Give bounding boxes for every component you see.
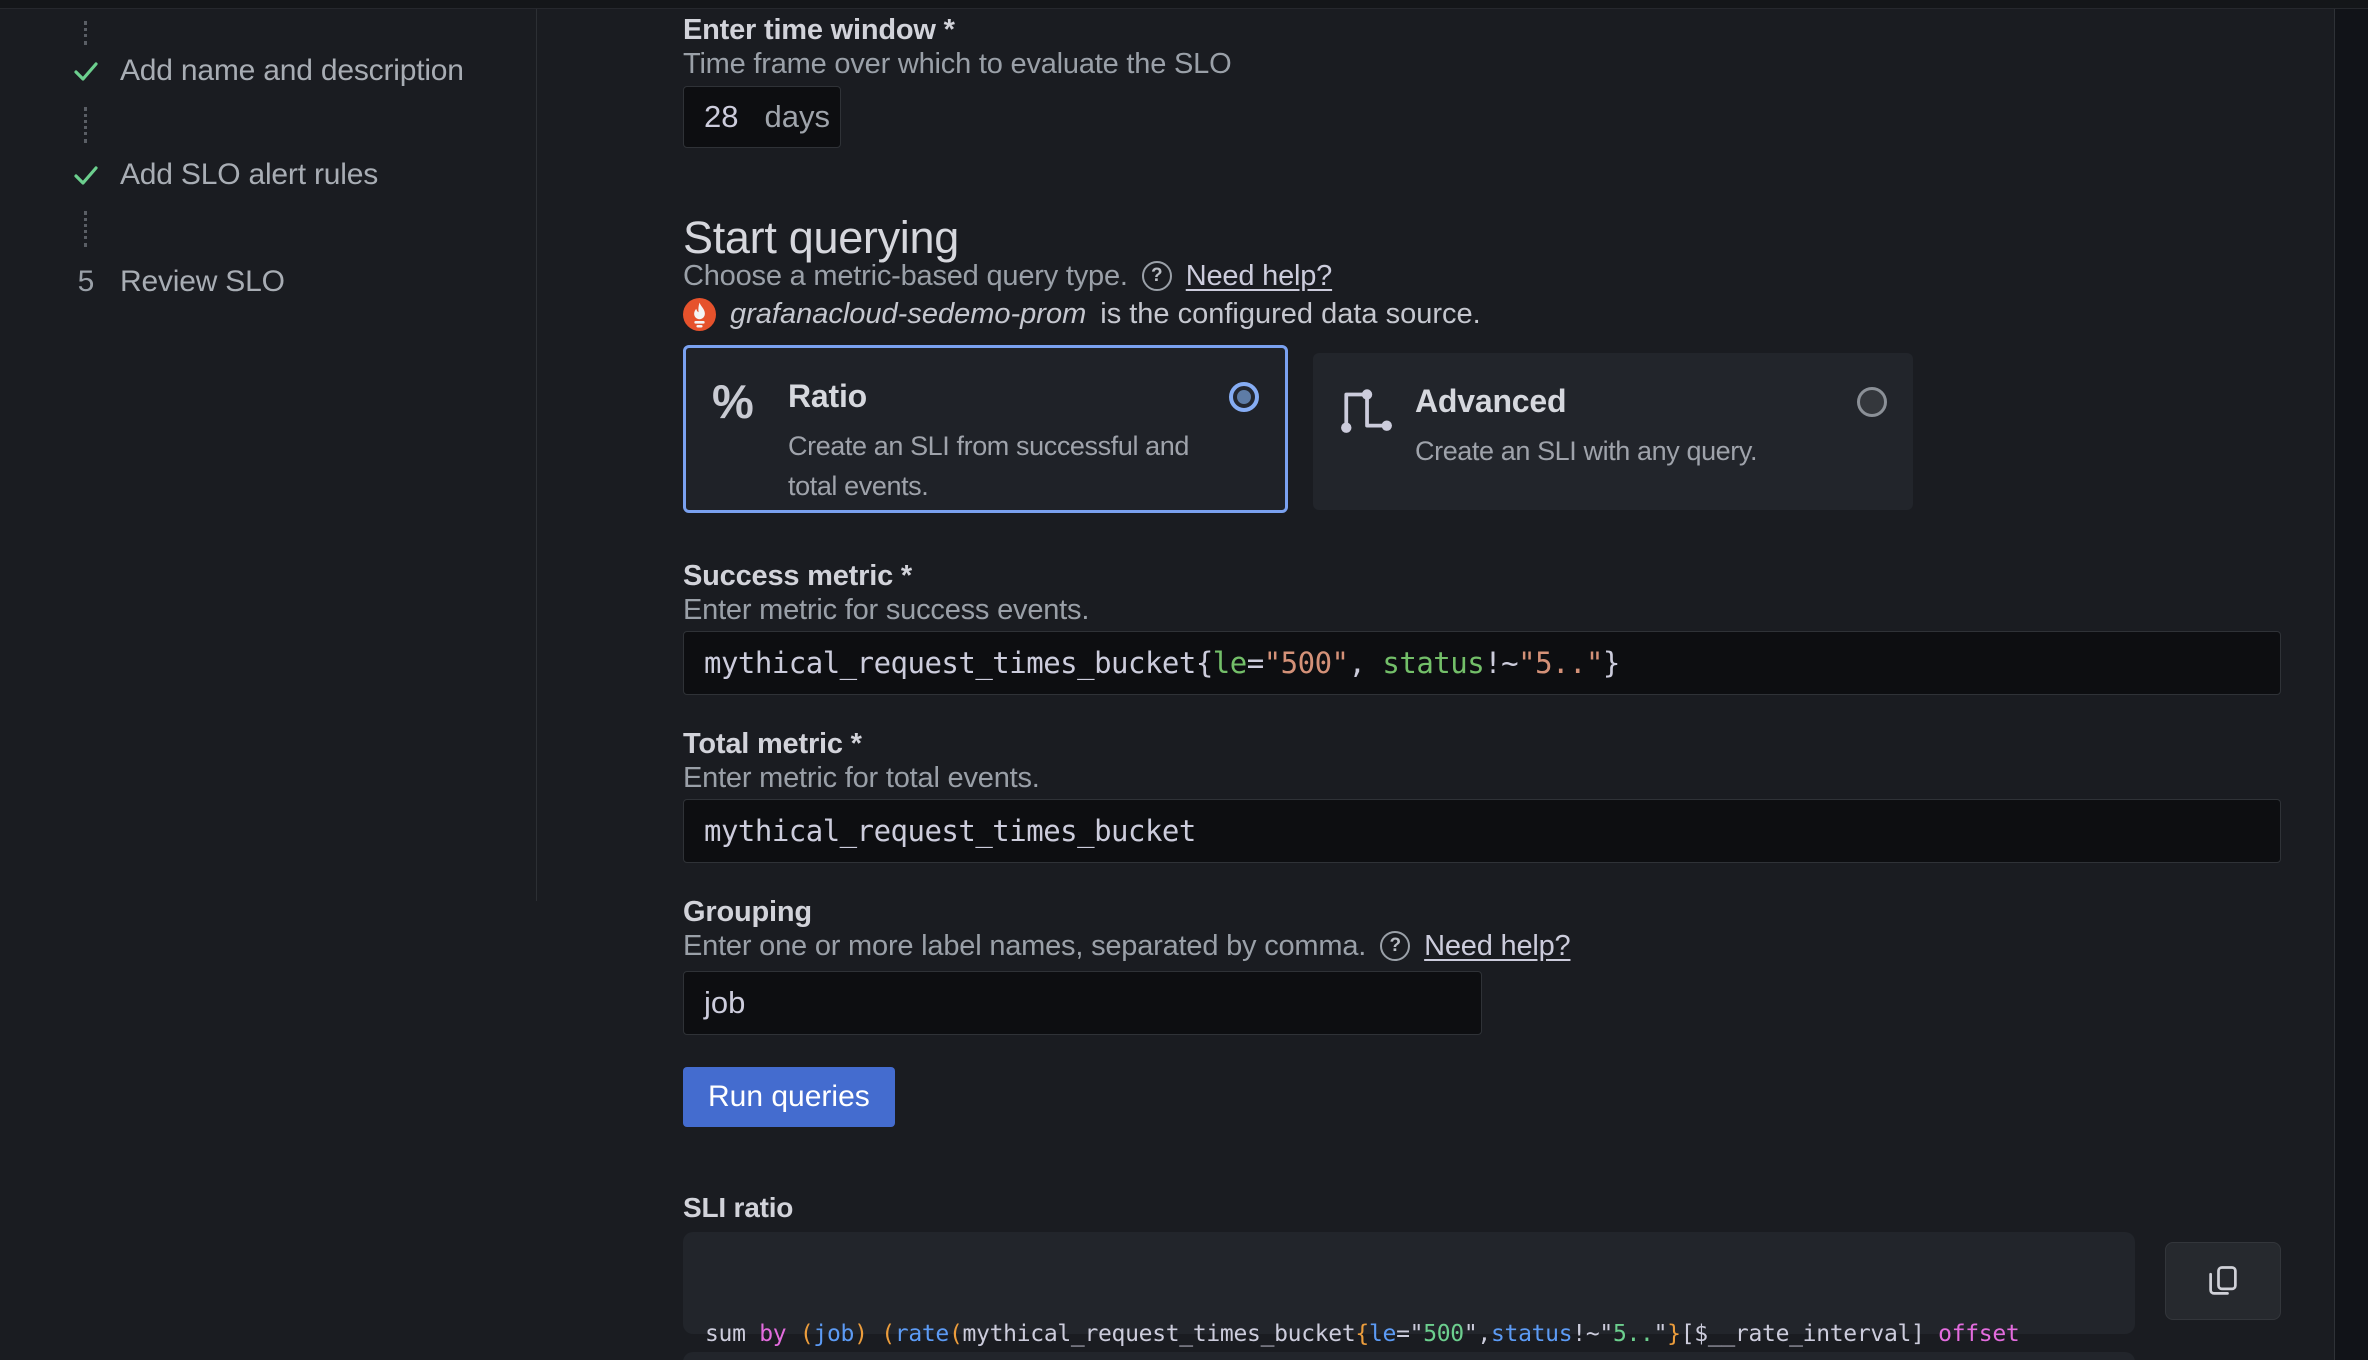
top-divider-bar bbox=[0, 0, 2368, 9]
slo-wizard-page: Add name and description Add SLO alert r… bbox=[0, 0, 2368, 1360]
need-help-link[interactable]: Need help? bbox=[1186, 258, 1332, 294]
next-code-block-partial bbox=[683, 1352, 2135, 1360]
sidebar-step-review-slo[interactable]: 5 Review SLO bbox=[66, 260, 285, 304]
sidebar-step-name-description[interactable]: Add name and description bbox=[66, 49, 464, 93]
step-label: Review SLO bbox=[120, 265, 285, 299]
ratio-option-card[interactable]: % Ratio Create an SLI from successful an… bbox=[683, 345, 1288, 513]
success-metric-label: Success metric * bbox=[683, 558, 912, 594]
ratio-card-body: Ratio Create an SLI from successful and … bbox=[788, 374, 1217, 506]
advanced-option-card[interactable]: Advanced Create an SLI with any query. bbox=[1313, 353, 1913, 510]
ratio-card-description: Create an SLI from successful and total … bbox=[788, 426, 1217, 506]
wizard-stepper-sidebar: Add name and description Add SLO alert r… bbox=[0, 9, 537, 901]
advanced-card-body: Advanced Create an SLI with any query. bbox=[1415, 379, 1845, 471]
ratio-card-title: Ratio bbox=[788, 374, 1217, 418]
time-window-description: Time frame over which to evaluate the SL… bbox=[683, 46, 1231, 82]
datasource-name: grafanacloud-sedemo-prom bbox=[730, 296, 1086, 332]
grouping-description: Enter one or more label names, separated… bbox=[683, 928, 1366, 964]
grouping-value: job bbox=[704, 985, 745, 1021]
check-icon bbox=[66, 160, 106, 190]
sli-ratio-code-block: sum by (job) (rate(mythical_request_time… bbox=[683, 1232, 2135, 1334]
step-line-icon bbox=[1339, 379, 1415, 440]
check-icon bbox=[66, 56, 106, 86]
time-window-input[interactable]: 28 days bbox=[683, 86, 841, 148]
percent-icon: % bbox=[712, 374, 788, 428]
help-circle-icon[interactable]: ? bbox=[1380, 931, 1410, 961]
total-metric-description: Enter metric for total events. bbox=[683, 760, 1040, 796]
advanced-radio-unselected[interactable] bbox=[1857, 387, 1887, 417]
time-window-value: 28 bbox=[704, 99, 738, 135]
success-metric-description: Enter metric for success events. bbox=[683, 592, 1089, 628]
sli-ratio-label: SLI ratio bbox=[683, 1190, 793, 1226]
time-window-label: Enter time window * bbox=[683, 12, 955, 48]
step-label: Add name and description bbox=[120, 54, 464, 88]
time-window-unit: days bbox=[764, 99, 829, 135]
datasource-row: grafanacloud-sedemo-prom is the configur… bbox=[683, 296, 1481, 332]
grouping-input[interactable]: job bbox=[683, 971, 1482, 1035]
grouping-description-row: Enter one or more label names, separated… bbox=[683, 928, 1570, 964]
success-metric-input[interactable]: mythical_request_times_bucket{le="500", … bbox=[683, 631, 2281, 695]
step-connector bbox=[84, 21, 87, 45]
step-label: Add SLO alert rules bbox=[120, 158, 378, 192]
query-type-subtitle-row: Choose a metric-based query type. ? Need… bbox=[683, 258, 1332, 294]
query-type-options: % Ratio Create an SLI from successful an… bbox=[683, 345, 2281, 525]
step-number: 5 bbox=[66, 265, 106, 299]
ratio-radio-selected[interactable] bbox=[1229, 382, 1259, 412]
total-metric-label: Total metric * bbox=[683, 726, 862, 762]
start-querying-title: Start querying bbox=[683, 212, 959, 264]
step-connector bbox=[84, 107, 87, 143]
success-metric-value: mythical_request_times_bucket{le="500", … bbox=[704, 646, 1620, 680]
datasource-suffix: is the configured data source. bbox=[1100, 296, 1480, 332]
need-help-link[interactable]: Need help? bbox=[1424, 928, 1570, 964]
help-circle-icon[interactable]: ? bbox=[1142, 261, 1172, 291]
advanced-card-description: Create an SLI with any query. bbox=[1415, 431, 1845, 471]
prometheus-icon bbox=[683, 298, 716, 331]
sli-ratio-code-line-1: sum by (job) (rate(mythical_request_time… bbox=[705, 1317, 2113, 1351]
advanced-card-title: Advanced bbox=[1415, 379, 1845, 423]
total-metric-input[interactable]: mythical_request_times_bucket bbox=[683, 799, 2281, 863]
run-queries-button[interactable]: Run queries bbox=[683, 1067, 895, 1127]
wizard-main-content: Enter time window * Time frame over whic… bbox=[683, 0, 2281, 1360]
step-connector bbox=[84, 211, 87, 247]
query-type-subtitle: Choose a metric-based query type. bbox=[683, 258, 1128, 294]
sidebar-step-alert-rules[interactable]: Add SLO alert rules bbox=[66, 153, 378, 197]
grouping-label: Grouping bbox=[683, 894, 812, 930]
scrollbar-track[interactable] bbox=[2334, 9, 2368, 1360]
copy-button[interactable] bbox=[2165, 1242, 2281, 1320]
total-metric-value: mythical_request_times_bucket bbox=[704, 814, 1196, 848]
copy-icon bbox=[2205, 1263, 2241, 1299]
